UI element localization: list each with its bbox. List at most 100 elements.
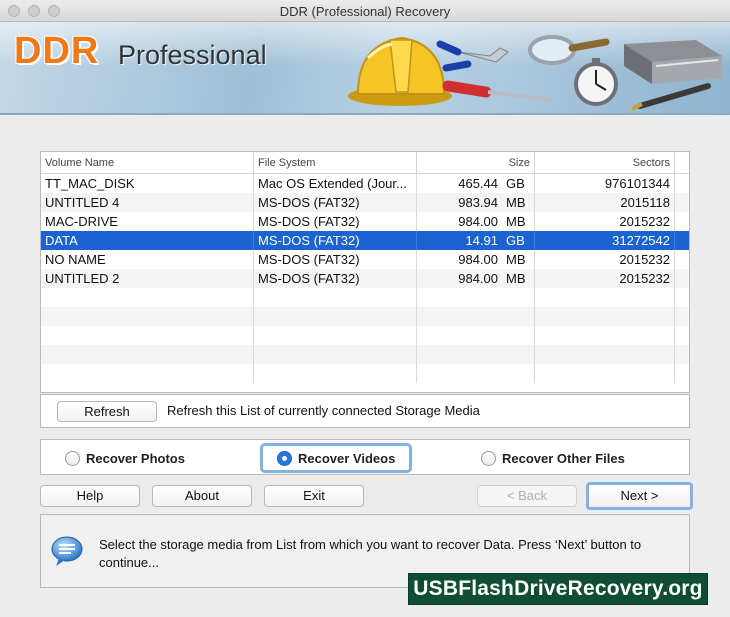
radio-button-icon[interactable] xyxy=(481,450,496,466)
header-banner: DDR Professional xyxy=(0,22,730,115)
cell-sectors xyxy=(535,288,675,307)
radio-button-icon[interactable] xyxy=(65,450,80,466)
cell-file-system: Mac OS Extended (Jour... xyxy=(254,174,417,193)
cell-size xyxy=(417,288,535,307)
size-value: 14.91 xyxy=(465,233,498,248)
radio-label: Recover Photos xyxy=(86,450,185,466)
radio-recover-other-files[interactable]: Recover Other Files xyxy=(481,445,625,471)
size-value: 984.00 xyxy=(458,214,498,229)
table-row-empty xyxy=(41,288,689,307)
cell-sectors xyxy=(535,364,675,383)
brand-logo-professional: Professional xyxy=(118,40,267,70)
cell-volume-name: NO NAME xyxy=(41,250,254,269)
table-row[interactable]: MAC-DRIVE MS-DOS (FAT32) 984.00 MB 2015232 xyxy=(41,212,689,231)
table-row-empty xyxy=(41,307,689,326)
size-unit: GB xyxy=(506,176,525,191)
chat-bubble-icon xyxy=(51,536,83,566)
cell-sectors: 2015232 xyxy=(535,212,675,231)
cell-file-system: MS-DOS (FAT32) xyxy=(254,193,417,212)
hard-hat-icon xyxy=(348,36,452,106)
cell-sectors xyxy=(535,345,675,364)
size-unit: MB xyxy=(506,214,526,229)
recovery-mode-group: Recover Photos Recover Videos Recover Ot… xyxy=(40,439,690,475)
cell-size xyxy=(417,345,535,364)
size-unit: MB xyxy=(506,252,526,267)
cell-size xyxy=(417,326,535,345)
cell-volume-name: DATA xyxy=(41,231,254,250)
table-row[interactable]: NO NAME MS-DOS (FAT32) 984.00 MB 2015232 xyxy=(41,250,689,269)
size-unit: MB xyxy=(506,195,526,210)
size-value: 984.00 xyxy=(458,271,498,286)
cell-sectors: 2015232 xyxy=(535,250,675,269)
refresh-description: Refresh this List of currently connected… xyxy=(167,403,480,418)
table-row-empty xyxy=(41,326,689,345)
cell-volume-name: UNTITLED 4 xyxy=(41,193,254,212)
size-unit: GB xyxy=(506,233,525,248)
help-button[interactable]: Help xyxy=(40,485,140,507)
pen-icon xyxy=(631,83,711,111)
cell-file-system xyxy=(254,307,417,326)
instruction-text: Select the storage media from List from … xyxy=(99,537,642,570)
cell-spacer xyxy=(675,212,689,231)
cell-size: 983.94 MB xyxy=(417,193,535,212)
cell-spacer xyxy=(675,193,689,212)
cell-file-system: MS-DOS (FAT32) xyxy=(254,269,417,288)
cell-sectors: 976101344 xyxy=(535,174,675,193)
next-button[interactable]: Next > xyxy=(586,482,693,510)
cell-size xyxy=(417,307,535,326)
column-sectors[interactable]: Sectors xyxy=(535,152,675,173)
cell-size xyxy=(417,364,535,383)
cell-size: 984.00 MB xyxy=(417,212,535,231)
cell-volume-name xyxy=(41,364,254,383)
table-row[interactable]: TT_MAC_DISK Mac OS Extended (Jour... 465.4… xyxy=(41,174,689,193)
cell-spacer xyxy=(675,231,689,250)
cell-volume-name xyxy=(41,288,254,307)
cell-volume-name xyxy=(41,345,254,364)
table-row[interactable]: DATA MS-DOS (FAT32) 14.91 GB 31272542 xyxy=(41,231,689,250)
cell-spacer xyxy=(675,288,689,307)
table-row[interactable]: UNTITLED 2 MS-DOS (FAT32) 984.00 MB 2015232 xyxy=(41,269,689,288)
title-bar: DDR (Professional) Recovery xyxy=(0,0,730,22)
column-size[interactable]: Size xyxy=(417,152,535,173)
table-header: Volume Name File System Size Sectors xyxy=(41,152,689,174)
cell-volume-name: TT_MAC_DISK xyxy=(41,174,254,193)
cell-file-system xyxy=(254,364,417,383)
size-value: 984.00 xyxy=(458,252,498,267)
cell-volume-name: MAC-DRIVE xyxy=(41,212,254,231)
banner-tools-illustration xyxy=(348,35,722,111)
cell-sectors xyxy=(535,307,675,326)
storage-media-table[interactable]: Volume Name File System Size Sectors TT_… xyxy=(40,151,690,393)
cell-volume-name xyxy=(41,307,254,326)
exit-button[interactable]: Exit xyxy=(264,485,364,507)
column-file-system[interactable]: File System xyxy=(254,152,417,173)
cell-spacer xyxy=(675,250,689,269)
radio-label: Recover Videos xyxy=(298,450,396,466)
refresh-panel: Refresh Refresh this List of currently c… xyxy=(40,394,690,428)
radio-button-selected-icon[interactable] xyxy=(277,450,292,466)
cell-sectors: 31272542 xyxy=(535,231,675,250)
table-row[interactable]: UNTITLED 4 MS-DOS (FAT32) 983.94 MB 2015118 xyxy=(41,193,689,212)
column-volume-name[interactable]: Volume Name xyxy=(41,152,254,173)
brand-logo-ddr: DDR xyxy=(14,30,100,72)
cell-spacer xyxy=(675,307,689,326)
table-body: TT_MAC_DISK Mac OS Extended (Jour... 465.4… xyxy=(41,174,689,383)
about-button[interactable]: About xyxy=(152,485,252,507)
screwdriver-icon xyxy=(442,80,553,102)
cell-spacer xyxy=(675,345,689,364)
stopwatch-icon xyxy=(574,58,618,106)
cell-sectors: 2015232 xyxy=(535,269,675,288)
cell-volume-name xyxy=(41,326,254,345)
cell-volume-name: UNTITLED 2 xyxy=(41,269,254,288)
cell-file-system: MS-DOS (FAT32) xyxy=(254,212,417,231)
radio-recover-videos[interactable]: Recover Videos xyxy=(277,445,395,471)
refresh-button[interactable]: Refresh xyxy=(57,401,157,422)
cell-size: 14.91 GB xyxy=(417,231,535,250)
cell-spacer xyxy=(675,326,689,345)
radio-recover-photos[interactable]: Recover Photos xyxy=(65,445,185,471)
cell-sectors xyxy=(535,326,675,345)
radio-label: Recover Other Files xyxy=(502,450,625,466)
back-button[interactable]: < Back xyxy=(477,485,577,507)
table-row-empty xyxy=(41,364,689,383)
cell-sectors: 2015118 xyxy=(535,193,675,212)
cell-file-system xyxy=(254,288,417,307)
